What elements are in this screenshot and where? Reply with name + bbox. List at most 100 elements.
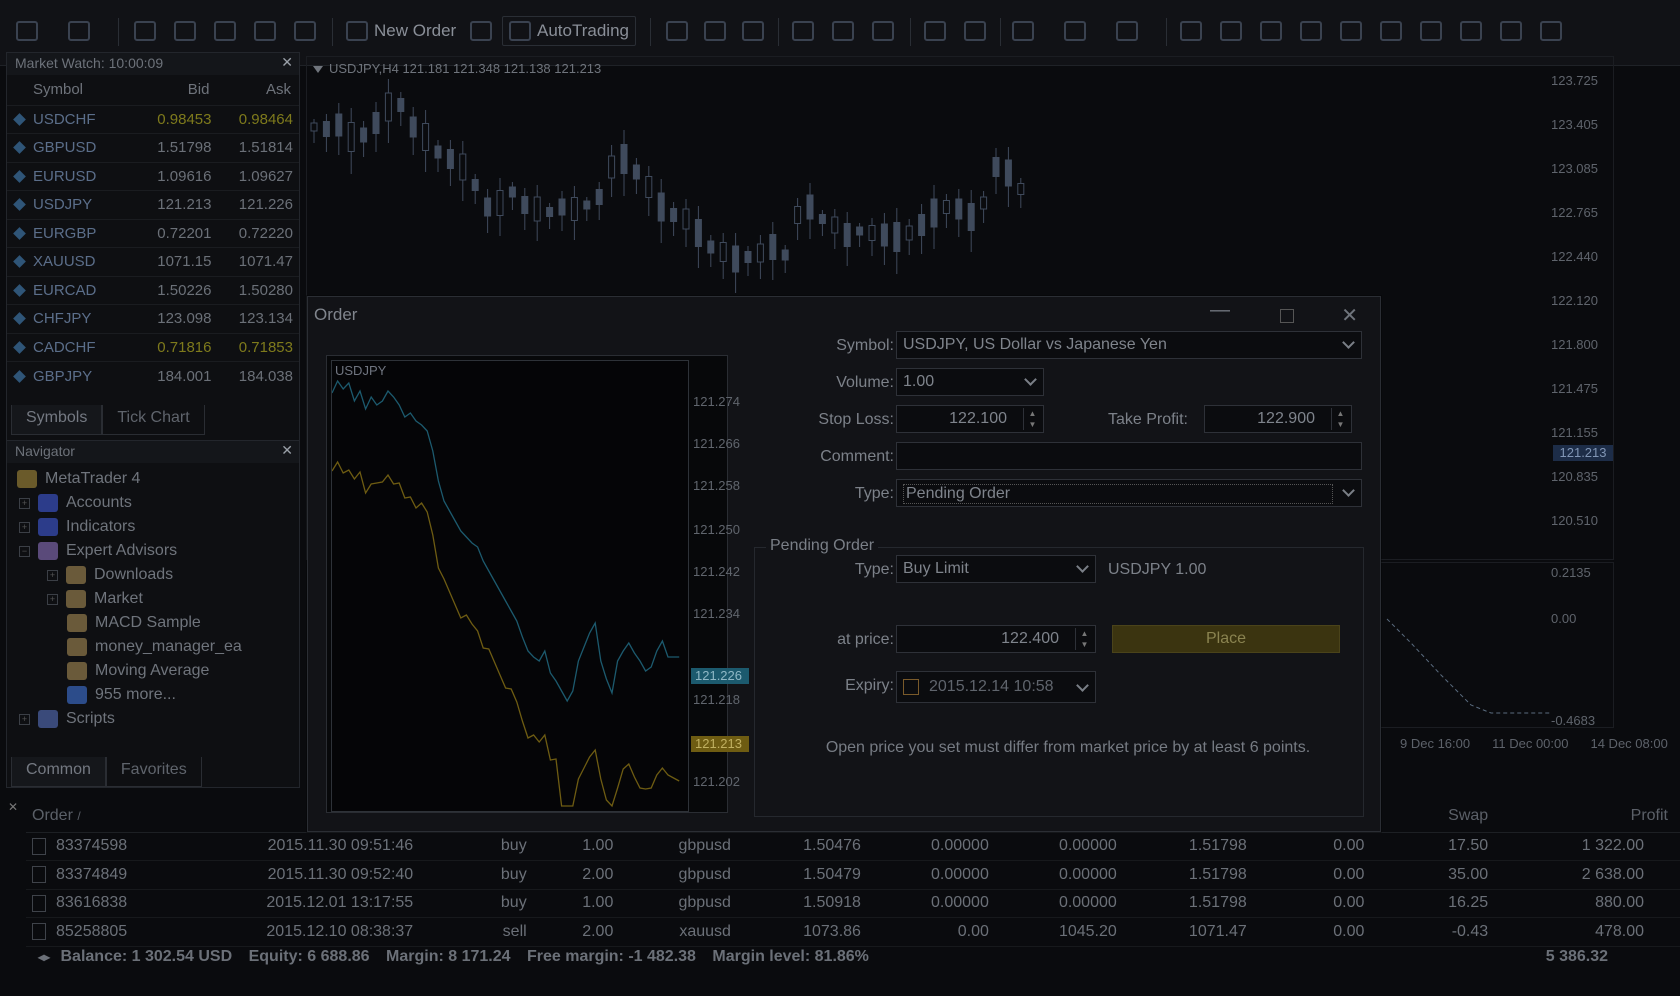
market-watch-row[interactable]: CADCHF 0.71816 0.71853 <box>7 332 299 362</box>
navigator-item[interactable]: + Scripts <box>19 707 115 731</box>
tab-symbols[interactable]: Symbols <box>11 405 103 435</box>
expand-icon[interactable]: + <box>47 569 58 581</box>
market-watch-row[interactable]: CHFJPY 123.098 123.134 <box>7 304 299 333</box>
take-profit-input[interactable]: 122.900 ▲ ▼ <box>1204 405 1352 433</box>
horizontal-line-button[interactable] <box>1294 16 1328 46</box>
market-watch-row[interactable]: GBPUSD 1.51798 1.51814 <box>7 133 299 162</box>
expert-icon <box>67 614 87 632</box>
tick-chart-y-label: 121.202 <box>693 774 740 789</box>
indicators-button[interactable] <box>1006 16 1040 46</box>
navigator-item[interactable]: MACD Sample <box>67 611 201 635</box>
at-price-input[interactable]: 122.400 ▲ ▼ <box>896 625 1096 653</box>
candle <box>856 223 864 247</box>
order-type-select[interactable]: Pending Order <box>896 479 1362 507</box>
channel-button[interactable] <box>1374 16 1408 46</box>
trendline-button[interactable] <box>1334 16 1368 46</box>
market-watch-row[interactable]: XAUUSD 1071.15 1071.47 <box>7 247 299 276</box>
navigator-item[interactable]: + Market <box>47 587 143 611</box>
market-watch-row[interactable]: EURUSD 1.09616 1.09627 <box>7 161 299 191</box>
terminal-button[interactable] <box>248 16 282 46</box>
column-header-profit[interactable]: Profit <box>1498 800 1680 833</box>
zoom-in-button[interactable] <box>786 16 820 46</box>
tile-windows-button[interactable] <box>866 16 900 46</box>
navigator-item[interactable]: 955 more... <box>67 683 176 707</box>
line-chart-button[interactable] <box>736 16 770 46</box>
expand-icon[interactable]: + <box>19 713 30 725</box>
expand-icon[interactable]: + <box>19 521 30 533</box>
market-watch-button[interactable] <box>128 16 162 46</box>
order-row[interactable]: 83374849 2015.11.30 09:52:40 buy 2.00 gbpusd… <box>26 860 1680 890</box>
indicator-subwindow[interactable]: 0.2135 0.00 -0.4683 <box>1380 562 1614 728</box>
column-header[interactable]: Symbol <box>7 75 136 105</box>
bar-chart-button[interactable] <box>660 16 694 46</box>
expand-icon[interactable]: + <box>19 497 30 509</box>
stop-loss-input[interactable]: 122.100 ▲ ▼ <box>896 405 1044 433</box>
navigator-item[interactable]: + Downloads <box>47 563 173 587</box>
close-icon[interactable]: ✕ <box>281 442 293 459</box>
new-order-button[interactable]: New Order <box>340 16 462 46</box>
navigator-item[interactable]: Moving Average <box>67 659 209 683</box>
market-watch-row[interactable]: GBPJPY 184.001 184.038 <box>7 361 299 390</box>
symbol-select[interactable]: USDJPY, US Dollar vs Japanese Yen <box>896 331 1362 359</box>
cursor-button[interactable] <box>1174 16 1208 46</box>
templates-icon <box>1116 21 1138 41</box>
chart-shift-button[interactable] <box>958 16 992 46</box>
minimize-icon[interactable]: — <box>1210 299 1230 322</box>
spinner-icon[interactable]: ▲ ▼ <box>1075 628 1093 650</box>
expand-icon[interactable]: + <box>47 593 58 605</box>
navigator-item[interactable]: + Indicators <box>19 515 135 539</box>
market-watch-row[interactable]: EURGBP 0.72201 0.72220 <box>7 218 299 248</box>
autotrading-button[interactable]: AutoTrading <box>502 16 636 46</box>
column-header-order[interactable]: Order / <box>26 800 202 833</box>
profiles-button[interactable] <box>62 16 96 46</box>
data-window-button[interactable] <box>168 16 202 46</box>
text-button[interactable] <box>1454 16 1488 46</box>
strategy-tester-button[interactable] <box>288 16 322 46</box>
column-header[interactable]: Bid <box>136 75 217 105</box>
expiry-input[interactable]: 2015.12.14 10:58 <box>896 671 1096 703</box>
spinner-icon[interactable]: ▲ ▼ <box>1331 408 1349 430</box>
order-row[interactable]: 83616838 2015.12.01 13:17:55 buy 1.00 gbpusd… <box>26 889 1680 918</box>
navigator-item[interactable]: money_manager_ea <box>67 635 242 659</box>
new-chart-button[interactable] <box>10 16 44 46</box>
candlestick-button[interactable] <box>698 16 732 46</box>
market-watch-row[interactable]: USDJPY 121.213 121.226 <box>7 190 299 219</box>
navigator-item[interactable]: − Expert Advisors <box>19 539 177 563</box>
metaeditor-button[interactable] <box>464 16 498 46</box>
order-row[interactable]: 85258805 2015.12.10 08:38:37 sell 2.00 xauus… <box>26 917 1680 947</box>
bar-chart-icon <box>666 21 688 41</box>
place-button[interactable]: Place <box>1112 625 1340 653</box>
column-header-swap[interactable]: Swap <box>1374 800 1499 833</box>
crosshair-button[interactable] <box>1214 16 1248 46</box>
diamond-icon <box>13 369 26 383</box>
vertical-line-button[interactable] <box>1254 16 1288 46</box>
tab-tick-chart[interactable]: Tick Chart <box>102 405 205 435</box>
navigator-item[interactable]: + Accounts <box>19 491 132 515</box>
market-watch-row[interactable]: USDCHF 0.98453 0.98464 <box>7 104 299 134</box>
templates-button[interactable] <box>1110 16 1144 46</box>
tab-favorites[interactable]: Favorites <box>105 757 202 787</box>
expand-icon[interactable]: − <box>19 545 30 557</box>
arrows-button[interactable] <box>1534 16 1568 46</box>
close-icon[interactable]: ✕ <box>8 800 18 814</box>
pending-type-select[interactable]: Buy Limit <box>896 555 1096 583</box>
expiry-checkbox[interactable] <box>903 678 919 695</box>
order-row[interactable]: 83374598 2015.11.30 09:51:46 buy 1.00 gbpusd… <box>26 832 1680 861</box>
navigator-item[interactable]: MetaTrader 4 <box>17 467 140 491</box>
column-header[interactable]: Ask <box>217 75 299 105</box>
market-watch-row[interactable]: EURCAD 1.50226 1.50280 <box>7 275 299 305</box>
symbol-cell: CADCHF <box>7 332 136 362</box>
scroll-chart-button[interactable] <box>918 16 952 46</box>
zoom-out-button[interactable] <box>826 16 860 46</box>
text-label-button[interactable] <box>1494 16 1528 46</box>
close-icon[interactable]: ✕ <box>281 54 293 71</box>
tab-common[interactable]: Common <box>11 757 106 787</box>
maximize-icon[interactable] <box>1280 309 1294 323</box>
spinner-icon[interactable]: ▲ ▼ <box>1023 408 1041 430</box>
periods-button[interactable] <box>1058 16 1092 46</box>
close-icon[interactable]: ✕ <box>1341 303 1358 328</box>
navigator-button[interactable] <box>208 16 242 46</box>
comment-input[interactable] <box>896 442 1362 470</box>
volume-select[interactable]: 1.00 <box>896 368 1044 396</box>
fibonacci-button[interactable] <box>1414 16 1448 46</box>
